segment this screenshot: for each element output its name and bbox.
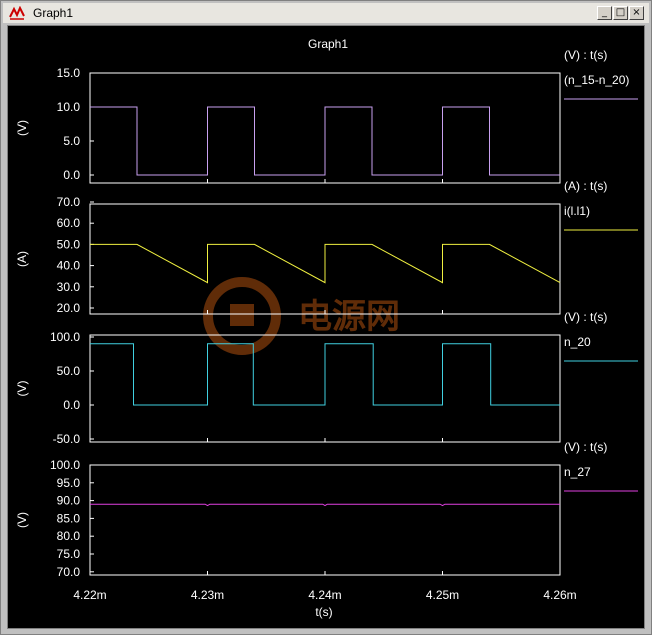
legend-header: (A) : t(s) <box>564 179 607 193</box>
y-tick-label: 20.0 <box>57 301 81 315</box>
app-icon <box>9 6 25 20</box>
y-tick-label: 50.0 <box>57 237 81 251</box>
series-line-(n_15-n_20)[interactable] <box>90 106 560 176</box>
plot-area: Graph1 电源网 15.0 10.0 5.0 0.0 (V) (V) : t(s) (n… <box>7 25 645 629</box>
y-axis-label: (V) <box>15 381 29 397</box>
graph-title: Graph1 <box>308 37 348 51</box>
y-tick-label: -50.0 <box>53 432 81 446</box>
x-tick-label: 4.24m <box>308 588 341 602</box>
x-tick-label: 4.26m <box>543 588 576 602</box>
x-tick-label: 4.22m <box>73 588 106 602</box>
y-tick-label: 60.0 <box>57 216 81 230</box>
window-title: Graph1 <box>33 6 74 20</box>
x-tick-label: 4.25m <box>426 588 459 602</box>
y-axis-label: (A) <box>15 251 29 267</box>
y-tick-label: 85.0 <box>57 511 81 525</box>
y-tick-label: 75.0 <box>57 547 81 561</box>
y-tick-label: 0.0 <box>63 168 80 182</box>
series-line-n_20[interactable] <box>90 343 560 406</box>
y-tick-label: 50.0 <box>57 364 81 378</box>
legend-series-name: n_27 <box>564 465 591 479</box>
y-tick-label: 30.0 <box>57 280 81 294</box>
maximize-button[interactable]: □ <box>613 6 628 20</box>
series-line-n_27[interactable] <box>90 503 560 507</box>
y-tick-label: 0.0 <box>63 398 80 412</box>
legend-series-name: n_20 <box>564 335 591 349</box>
y-axis-label: (V) <box>15 120 29 136</box>
y-tick-label: 15.0 <box>57 66 81 80</box>
series-line-i(l.l1)[interactable] <box>90 243 561 284</box>
y-tick-label: 100.0 <box>50 458 80 472</box>
y-tick-label: 70.0 <box>57 565 81 579</box>
x-axis-label: t(s) <box>315 605 332 619</box>
watermark: 电源网 <box>203 277 400 355</box>
legend-header: (V) : t(s) <box>564 310 607 324</box>
y-tick-label: 40.0 <box>57 259 81 273</box>
minimize-button[interactable]: _ <box>597 6 612 20</box>
panel-frame <box>89 464 561 576</box>
y-tick-label: 90.0 <box>57 494 81 508</box>
x-tick-label: 4.23m <box>191 588 224 602</box>
y-tick-label: 10.0 <box>57 100 81 114</box>
y-tick-label: 80.0 <box>57 529 81 543</box>
legend-series-name: (n_15-n_20) <box>564 73 629 87</box>
y-tick-label: 100.0 <box>50 330 80 344</box>
y-tick-label: 5.0 <box>63 134 80 148</box>
legend-series-name: i(l.l1) <box>564 204 590 218</box>
graph-svg[interactable]: Graph1 电源网 15.0 10.0 5.0 0.0 (V) (V) : t(s) (n… <box>8 26 644 628</box>
graph-window: Graph1 _ □ × Graph1 电源网 15.0 10.0 5.0 0.0 (V… <box>0 0 652 635</box>
y-tick-label: 70.0 <box>57 195 81 209</box>
legend-header: (V) : t(s) <box>564 48 607 62</box>
legend-header: (V) : t(s) <box>564 440 607 454</box>
y-axis-label: (V) <box>15 512 29 528</box>
close-button[interactable]: × <box>629 6 644 20</box>
y-tick-label: 95.0 <box>57 476 81 490</box>
watermark-plug-icon <box>230 304 254 326</box>
watermark-text: 电源网 <box>298 298 400 336</box>
title-bar[interactable]: Graph1 _ □ × <box>3 3 649 23</box>
